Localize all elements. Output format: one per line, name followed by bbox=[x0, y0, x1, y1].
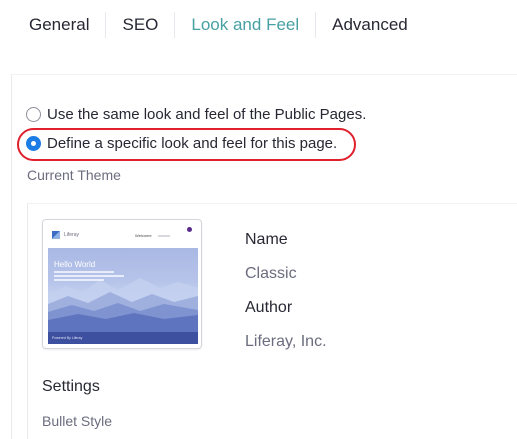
thumbnail-nav-placeholder bbox=[158, 235, 170, 237]
radio-define-specific-label: Define a specific look and feel for this… bbox=[47, 135, 338, 152]
theme-panel-left-divider bbox=[27, 203, 28, 439]
radio-checked-icon[interactable] bbox=[26, 136, 41, 151]
theme-author-label: Author bbox=[245, 299, 293, 316]
radio-use-public-pages-label: Use the same look and feel of the Public… bbox=[47, 106, 367, 123]
theme-name-label: Name bbox=[245, 231, 288, 248]
theme-author-value: Liferay, Inc. bbox=[245, 333, 327, 350]
tab-bar: General SEO Look and Feel Advanced bbox=[0, 0, 517, 50]
thumbnail-hero-title: Hello World bbox=[54, 260, 96, 269]
thumbnail-header: Liferay Welcome bbox=[48, 225, 198, 245]
radio-unchecked-icon[interactable] bbox=[26, 107, 41, 122]
section-left-divider bbox=[11, 74, 12, 439]
thumbnail-hero-text-line bbox=[54, 271, 114, 273]
liferay-logo-icon bbox=[52, 231, 60, 239]
thumbnail-brand: Liferay bbox=[64, 232, 80, 238]
thumbnail-hero-image: Hello World bbox=[48, 248, 198, 332]
radio-define-specific[interactable]: Define a specific look and feel for this… bbox=[26, 135, 337, 152]
thumbnail-footer: Powered By Liferay bbox=[48, 332, 198, 344]
bullet-style-label: Bullet Style bbox=[42, 413, 113, 429]
theme-name-value: Classic bbox=[245, 265, 297, 282]
thumbnail-hero-text-line bbox=[54, 275, 124, 277]
radio-use-public-pages[interactable]: Use the same look and feel of the Public… bbox=[26, 106, 366, 123]
section-top-divider bbox=[11, 74, 517, 75]
settings-heading: Settings bbox=[42, 378, 100, 395]
thumbnail-hero-text-line bbox=[54, 279, 104, 281]
theme-panel-top-divider bbox=[27, 203, 517, 204]
current-theme-label: Current Theme bbox=[27, 167, 121, 183]
tab-seo[interactable]: SEO bbox=[106, 12, 176, 38]
user-avatar-icon bbox=[187, 227, 192, 232]
theme-thumbnail[interactable]: Liferay Welcome Hello World Powered By L… bbox=[42, 219, 202, 349]
thumbnail-footer-text: Powered By Liferay bbox=[52, 336, 83, 340]
thumbnail-nav-item: Welcome bbox=[135, 233, 152, 238]
tab-look-and-feel[interactable]: Look and Feel bbox=[175, 12, 317, 38]
tab-advanced[interactable]: Advanced bbox=[316, 12, 424, 38]
tab-general[interactable]: General bbox=[0, 12, 107, 38]
